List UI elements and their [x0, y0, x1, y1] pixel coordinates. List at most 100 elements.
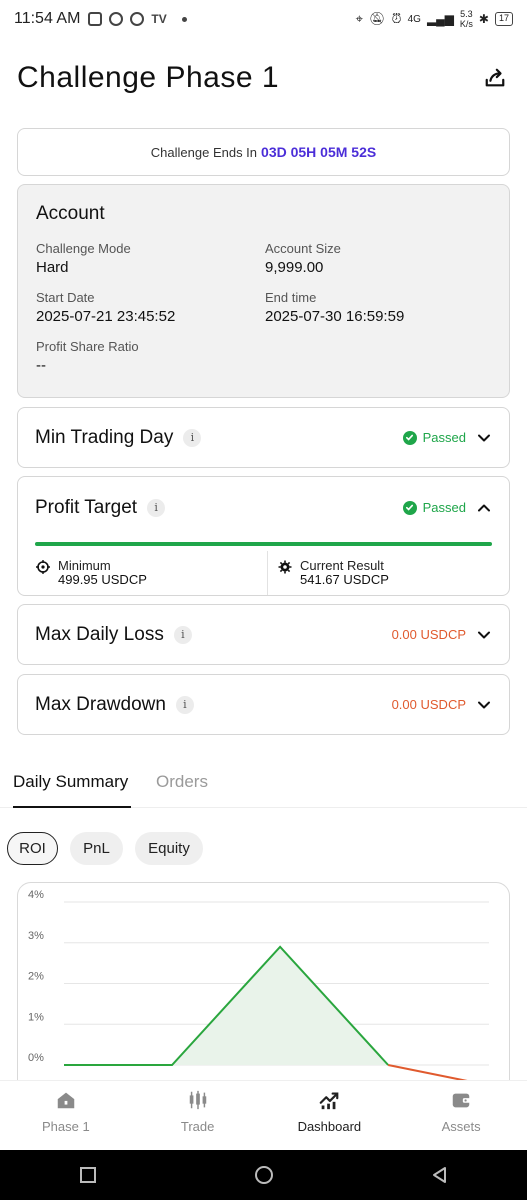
candlestick-icon — [189, 1090, 206, 1110]
active-tab-indicator — [13, 806, 131, 808]
info-icon[interactable]: i — [173, 625, 192, 644]
y-tick-label: 0% — [28, 1052, 44, 1064]
countdown-label: Challenge Ends In — [150, 144, 258, 160]
current-result-label: Current Result — [300, 558, 384, 573]
gear-icon — [278, 560, 292, 574]
system-navigation-bar — [0, 1150, 527, 1200]
home-icon — [57, 1092, 75, 1109]
rule-status: 0.00 USDCP — [392, 697, 492, 713]
min-trading-day-row[interactable]: Min Trading Day i Passed — [17, 407, 510, 468]
info-icon[interactable]: i — [183, 428, 202, 447]
tradingview-icon: TV — [151, 12, 167, 26]
share-icon — [485, 68, 505, 87]
field-label: Challenge Mode — [36, 241, 131, 256]
max-drawdown-row[interactable]: Max Drawdown i 0.00 USDCP — [17, 674, 510, 735]
account-field-account-size: Account Size 9,999.00 — [265, 241, 491, 276]
crosshair-icon — [36, 560, 50, 574]
rule-title: Max Daily Loss — [35, 623, 164, 645]
rule-status: Passed — [402, 500, 492, 516]
account-field-challenge-mode: Challenge Mode Hard — [36, 241, 265, 276]
rule-status: 0.00 USDCP — [392, 627, 492, 643]
network-speed: 5.3 K/s — [460, 9, 473, 29]
nav-phase-1[interactable]: Phase 1 — [0, 1081, 132, 1150]
field-value: 2025-07-30 16:59:59 — [265, 308, 405, 325]
current-result-value: 541.67 USDCP — [300, 572, 389, 587]
profit-progress-bar — [35, 542, 492, 546]
profit-target-card: Profit Target i Passed Minimum 499.95 US… — [17, 476, 510, 596]
home-button[interactable] — [253, 1164, 275, 1186]
status-label: Passed — [422, 500, 466, 515]
rule-title: Max Drawdown — [35, 693, 166, 715]
account-field-end-time: End time 2025-07-30 16:59:59 — [265, 290, 491, 325]
wallet-icon — [452, 1093, 471, 1108]
chevron-down-icon[interactable] — [476, 697, 492, 713]
challenge-countdown: Challenge Ends In 03D 05H 05M 52S — [17, 128, 510, 176]
current-result: Current Result 541.67 USDCP — [267, 551, 509, 595]
info-icon[interactable]: i — [175, 695, 194, 714]
alarm-icon: ⏰︎ — [391, 11, 402, 26]
account-field-start-date: Start Date 2025-07-21 23:45:52 — [36, 290, 265, 325]
chip-roi[interactable]: ROI — [7, 832, 58, 865]
drawdown-value: 0.00 USDCP — [391, 697, 466, 712]
max-daily-loss-row[interactable]: Max Daily Loss i 0.00 USDCP — [17, 604, 510, 665]
status-time: 11:54 AM — [14, 10, 81, 27]
rule-title: Profit Target — [35, 496, 138, 518]
chip-equity[interactable]: Equity — [135, 832, 203, 865]
y-tick-label: 1% — [28, 1011, 44, 1023]
chip-pnl[interactable]: PnL — [70, 832, 123, 865]
account-field-profit-share-ratio: Profit Share Ratio -- — [36, 339, 265, 374]
account-fields: Challenge Mode Hard Account Size 9,999.0… — [36, 241, 491, 374]
summary-tabs: Daily Summary Orders — [0, 762, 527, 808]
notification-icons: TV — [88, 12, 187, 26]
account-card: Account Challenge Mode Hard Account Size… — [17, 184, 510, 398]
y-tick-label: 3% — [28, 930, 44, 942]
y-tick-label: 4% — [28, 889, 44, 901]
dashboard-chart-icon — [320, 1092, 339, 1110]
nav-label: Phase 1 — [42, 1119, 90, 1134]
field-label: End time — [265, 290, 317, 305]
chevron-down-icon[interactable] — [476, 627, 492, 643]
minimum-label: Minimum — [58, 558, 111, 573]
recent-apps-button[interactable] — [78, 1165, 98, 1185]
field-value: Hard — [36, 259, 69, 276]
tab-daily-summary[interactable]: Daily Summary — [13, 772, 128, 792]
signal-icon: ▂▄▆ — [426, 12, 454, 26]
profit-target-details: Minimum 499.95 USDCP Current Result 541.… — [18, 551, 509, 595]
check-circle-icon — [402, 430, 417, 445]
nav-label: Dashboard — [297, 1119, 362, 1134]
nav-trade[interactable]: Trade — [132, 1081, 264, 1150]
field-label: Profit Share Ratio — [36, 339, 139, 354]
minimum-target: Minimum 499.95 USDCP — [18, 551, 267, 595]
mute-icon: 🔕︎ — [368, 11, 386, 26]
bottom-navigation: Phase 1 Trade Dashboard Assets — [0, 1080, 527, 1150]
more-notifications-dot — [181, 16, 187, 22]
status-label: Passed — [422, 430, 466, 445]
speed-value: 5.3 — [460, 9, 473, 19]
battery-icon: 17 — [494, 12, 513, 26]
field-label: Start Date — [36, 290, 95, 305]
page-header: Challenge Phase 1 — [17, 55, 510, 101]
location-icon: ⌖ — [355, 11, 363, 26]
tab-orders[interactable]: Orders — [156, 772, 208, 792]
account-title: Account — [36, 203, 105, 224]
network-label: 4G — [407, 13, 421, 25]
nav-label: Assets — [441, 1119, 481, 1134]
chat-bubble-icon — [109, 12, 124, 26]
chevron-down-icon[interactable] — [476, 430, 492, 446]
countdown-value: 03D 05H 05M 52S — [261, 144, 377, 160]
whatsapp-icon — [130, 12, 145, 26]
info-icon[interactable]: i — [147, 498, 166, 517]
field-label: Account Size — [265, 241, 341, 256]
nav-assets[interactable]: Assets — [395, 1081, 527, 1150]
share-button[interactable] — [480, 63, 510, 93]
profit-target-row[interactable]: Profit Target i Passed — [18, 477, 509, 538]
wifi-calling-icon: ✱ — [478, 12, 489, 26]
back-button[interactable] — [430, 1165, 450, 1185]
chevron-up-icon[interactable] — [476, 500, 492, 516]
page-title: Challenge Phase 1 — [17, 61, 280, 94]
loss-value: 0.00 USDCP — [391, 627, 466, 642]
nav-dashboard[interactable]: Dashboard — [264, 1081, 396, 1150]
minimum-value: 499.95 USDCP — [58, 572, 147, 587]
speed-unit: K/s — [459, 19, 473, 29]
rule-status: Passed — [402, 430, 492, 446]
